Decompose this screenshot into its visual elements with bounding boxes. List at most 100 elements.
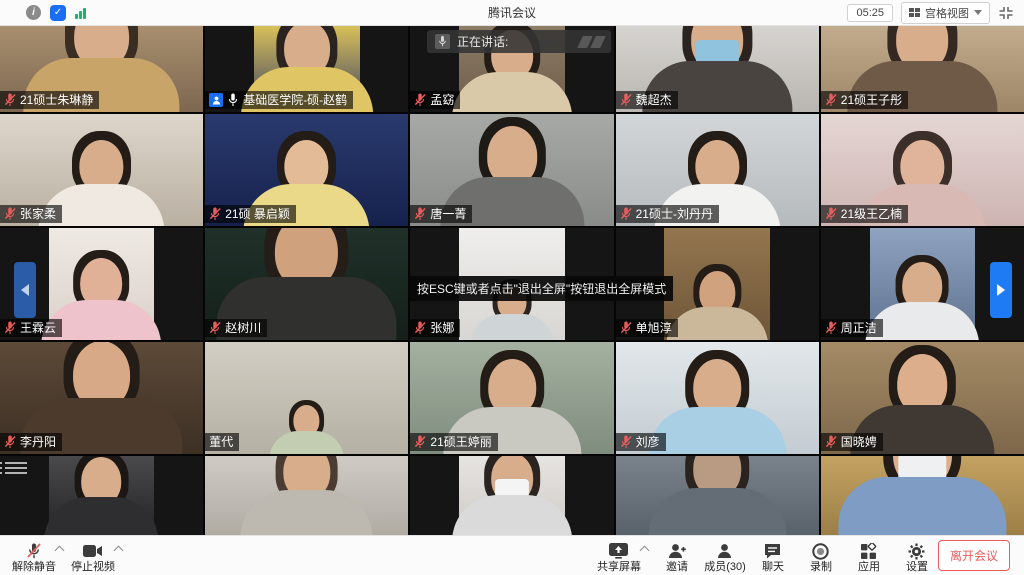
participant-name-badge: 21硕士-刘丹丹: [616, 205, 719, 223]
speaker-mic-icon: [435, 34, 450, 49]
participant-name: 单旭淳: [636, 321, 672, 335]
participant-name: 21级王乙楠: [841, 207, 902, 221]
invite-label: 邀请: [666, 562, 688, 573]
participant-name: 周正洁: [841, 321, 877, 335]
camera-icon: [83, 542, 103, 560]
video-tile[interactable]: 赵树川: [205, 228, 408, 340]
participant-name-badge: 基础医学院-硕-赵鹤: [205, 91, 353, 109]
video-options-caret[interactable]: [114, 546, 124, 556]
video-tile[interactable]: 21级王乙楠: [821, 114, 1024, 226]
participant-name: 张家柔: [20, 207, 56, 221]
participant-name-badge: 李丹阳: [0, 433, 62, 451]
network-signal-icon[interactable]: [75, 7, 86, 19]
participant-name-badge: 王霖云: [0, 319, 62, 337]
video-tile[interactable]: 董代: [205, 342, 408, 454]
participant-name-badge: 刘彦: [616, 433, 666, 451]
list-overlay-icon: [5, 462, 27, 474]
participant-name: 21硕士-刘丹丹: [636, 207, 713, 221]
apps-button[interactable]: 应用: [848, 538, 890, 573]
video-feed: [870, 228, 976, 340]
mic-muted-icon: [825, 435, 837, 449]
apps-label: 应用: [858, 562, 880, 573]
video-tile[interactable]: [410, 456, 613, 535]
participant-name: 21硕 暴启颖: [225, 207, 290, 221]
shield-icon[interactable]: ✓: [50, 5, 66, 21]
title-bar: i ✓ 腾讯会议 05:25 宫格视图: [0, 0, 1024, 26]
participant-silhouette: [49, 462, 155, 535]
chat-label: 聊天: [762, 562, 784, 573]
grid-view-icon: [909, 8, 920, 17]
members-button[interactable]: 成员(30): [704, 538, 746, 573]
share-options-caret[interactable]: [640, 546, 650, 556]
face-mask: [495, 479, 529, 502]
face-mask: [898, 456, 946, 485]
share-screen-label: 共享屏幕: [597, 562, 641, 573]
mic-muted-icon: [25, 542, 43, 560]
mic-on-icon: [227, 93, 239, 107]
record-icon: [812, 542, 829, 560]
participant-name: 唐一菁: [430, 207, 466, 221]
video-tile[interactable]: 21硕王子彤: [821, 26, 1024, 112]
participant-silhouette: [49, 234, 155, 340]
members-person-icon: [717, 542, 732, 560]
chevron-left-icon: [21, 284, 29, 296]
host-person-icon: [209, 93, 223, 107]
participant-name-badge: 21级王乙楠: [821, 205, 908, 223]
video-tile[interactable]: 21硕士朱琳静: [0, 26, 203, 112]
participant-name: 21硕士朱琳静: [20, 93, 93, 107]
invite-button[interactable]: 邀请: [656, 538, 698, 573]
previous-page-arrow[interactable]: [14, 262, 36, 318]
video-tile[interactable]: 李丹阳: [0, 342, 203, 454]
participant-name: 国晓娉: [841, 435, 877, 449]
info-icon[interactable]: i: [26, 5, 41, 20]
video-tile[interactable]: [0, 456, 203, 535]
video-tile[interactable]: 21硕 暴启颖: [205, 114, 408, 226]
video-tile[interactable]: 刘彦: [616, 342, 819, 454]
video-feed: [205, 456, 408, 535]
participant-name: 董代: [209, 435, 233, 449]
video-tile[interactable]: [821, 456, 1024, 535]
participant-name-badge: 单旭淳: [616, 319, 678, 337]
meeting-toolbar: 解除静音 停止视频 共: [0, 535, 1024, 575]
speaker-waveform-decoration: [580, 36, 603, 48]
video-tile[interactable]: 基础医学院-硕-赵鹤: [205, 26, 408, 112]
video-tile[interactable]: [205, 456, 408, 535]
leave-meeting-button[interactable]: 离开会议: [938, 540, 1010, 571]
mic-options-caret[interactable]: [55, 546, 65, 556]
unmute-button[interactable]: 解除静音: [12, 538, 56, 573]
settings-gear-icon: [908, 542, 925, 560]
layout-view-dropdown[interactable]: 宫格视图: [901, 2, 990, 24]
participant-name: 21硕王婷丽: [430, 435, 491, 449]
video-feed: [49, 228, 155, 340]
video-tile[interactable]: 21硕士-刘丹丹: [616, 114, 819, 226]
settings-button[interactable]: 设置: [896, 538, 938, 573]
video-tile[interactable]: [616, 456, 819, 535]
mic-muted-icon: [825, 321, 837, 335]
participant-name-badge: 魏超杰: [616, 91, 678, 109]
video-tile[interactable]: 魏超杰: [616, 26, 819, 112]
participant-silhouette: [205, 462, 408, 535]
share-screen-button[interactable]: 共享屏幕: [597, 538, 641, 573]
participant-name-badge: 国晓娉: [821, 433, 883, 451]
stop-video-button[interactable]: 停止视频: [71, 538, 115, 573]
mic-muted-icon: [825, 93, 837, 107]
video-tile[interactable]: 21硕王婷丽: [410, 342, 613, 454]
chat-button[interactable]: 聊天: [752, 538, 794, 573]
participant-name: 王霖云: [20, 321, 56, 335]
exit-fullscreen-icon[interactable]: [998, 6, 1014, 20]
settings-label: 设置: [906, 562, 928, 573]
video-tile[interactable]: 唐一菁: [410, 114, 613, 226]
participant-name: 21硕王子彤: [841, 93, 902, 107]
active-speaker-banner: 正在讲话:: [427, 30, 611, 53]
video-feed: [664, 228, 770, 340]
video-feed: [459, 456, 565, 535]
video-tile[interactable]: 国晓娉: [821, 342, 1024, 454]
mic-muted-icon: [414, 321, 426, 335]
next-page-arrow[interactable]: [990, 262, 1012, 318]
video-tile[interactable]: 张家柔: [0, 114, 203, 226]
record-button[interactable]: 录制: [800, 538, 842, 573]
meeting-window: i ✓ 腾讯会议 05:25 宫格视图 21硕士朱琳静基: [0, 0, 1024, 575]
mic-muted-icon: [620, 321, 632, 335]
exit-fullscreen-tooltip: 按ESC键或者点击"退出全屏"按钮退出全屏模式: [410, 276, 673, 301]
participant-name-badge: 唐一菁: [410, 205, 472, 223]
